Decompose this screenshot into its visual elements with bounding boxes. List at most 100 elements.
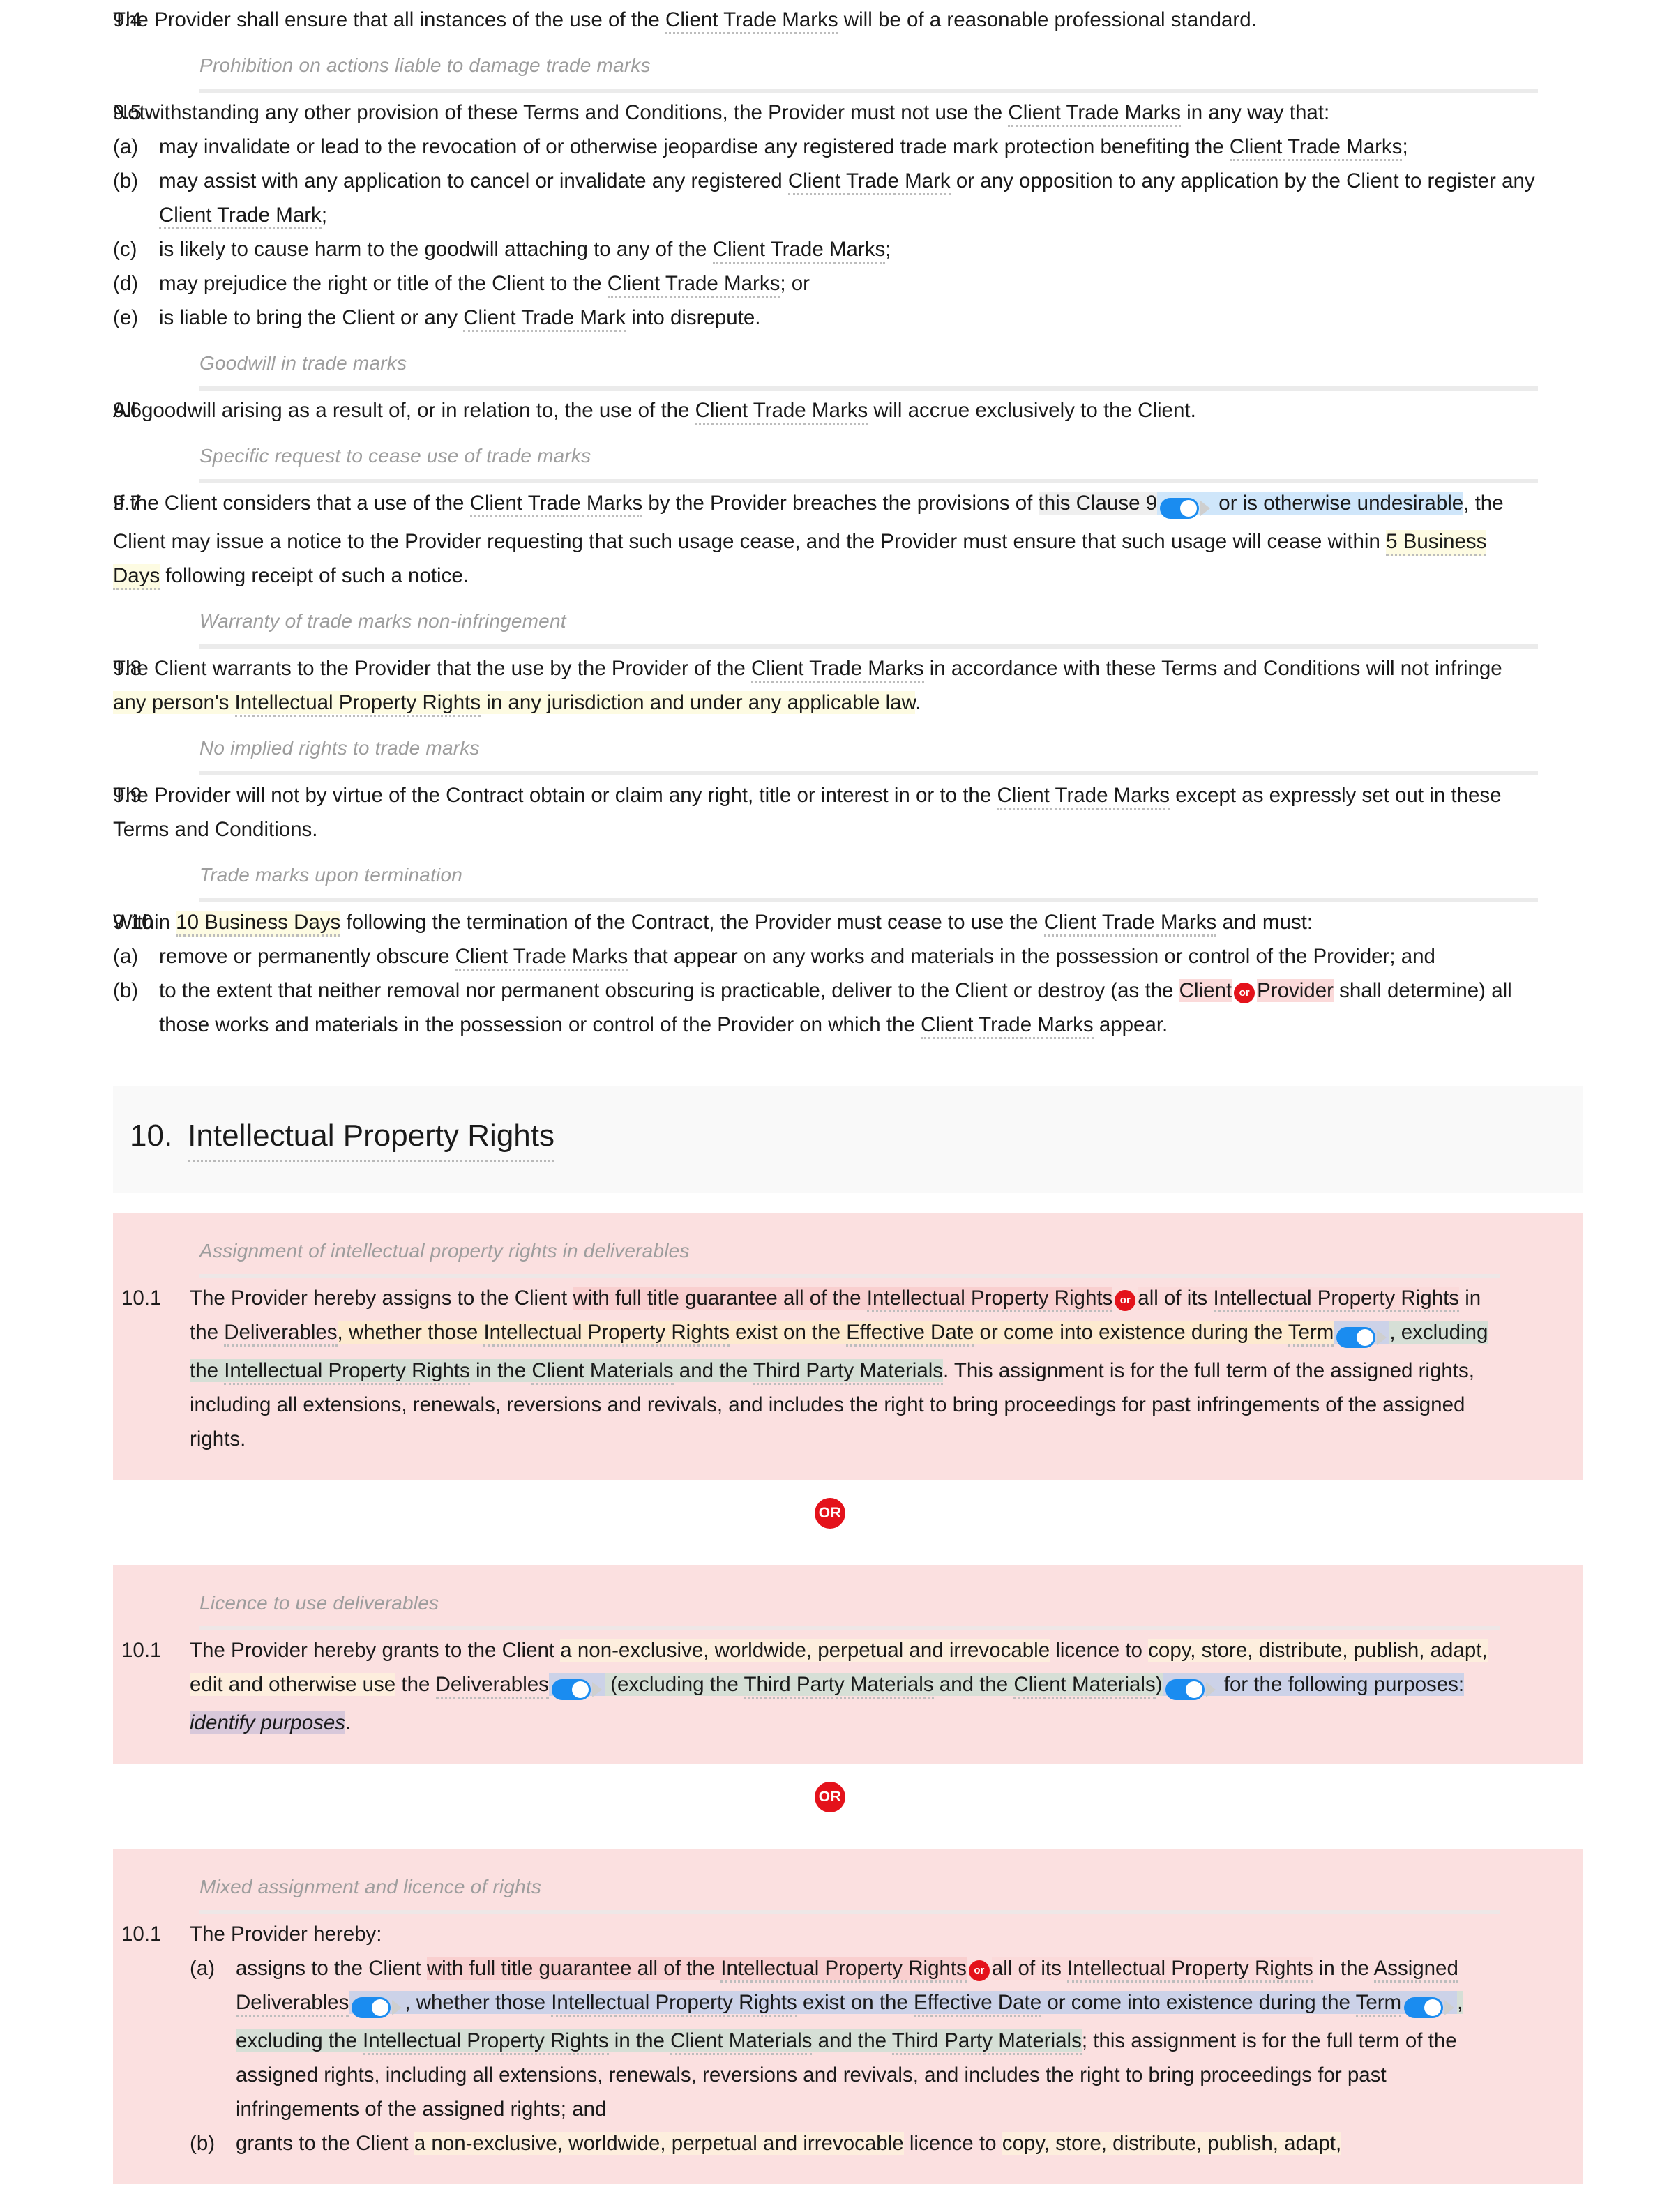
- defined-term[interactable]: Deliverables: [435, 1673, 549, 1699]
- defined-term[interactable]: Intellectual Property Rights: [551, 1991, 797, 2017]
- list-item: (e) is liable to bring the Client or any …: [113, 301, 1538, 335]
- clause-text: The Provider shall ensure that all insta…: [113, 3, 1660, 37]
- defined-term[interactable]: Client Trade Marks: [750, 657, 924, 683]
- variant-block-assignment[interactable]: Assignment of intellectual property righ…: [113, 1213, 1583, 1480]
- variable-identify-purposes[interactable]: identify purposes: [190, 1711, 346, 1734]
- defined-term[interactable]: Client Trade Mark: [159, 204, 322, 229]
- toggle-wrapper[interactable]: [548, 1673, 605, 1701]
- text-run: remove or permanently obscure: [159, 945, 455, 968]
- text-run: licence to: [903, 2132, 1002, 2155]
- option-licence-scope[interactable]: a non-exclusive, worldwide, perpetual an…: [560, 1639, 1050, 1662]
- option-choice-b[interactable]: Provider: [1257, 979, 1334, 1002]
- toggle-switch[interactable]: [1165, 1672, 1216, 1706]
- clause-text: Within 10 Business Days following the te…: [113, 905, 1660, 1042]
- list-marker: (c): [113, 238, 137, 261]
- defined-term[interactable]: Client Trade Marks: [997, 784, 1170, 810]
- option-choice-a[interactable]: with full title guarantee all of the Int…: [426, 1957, 967, 1983]
- defined-term[interactable]: Client Trade Marks: [607, 272, 780, 298]
- optional-clause-yellow[interactable]: any person's Intellectual Property Right…: [113, 691, 916, 717]
- option-licence-acts[interactable]: copy, store, distribute, publish, adapt,: [1002, 2132, 1342, 2155]
- defined-term[interactable]: Client Materials: [531, 1359, 674, 1385]
- defined-term[interactable]: Client Trade Marks: [695, 399, 868, 425]
- optional-clause-blue[interactable]: or is otherwise undesirable: [1157, 492, 1464, 520]
- clause-9-9: 9.9 The Provider will not by virtue of t…: [0, 775, 1660, 849]
- defined-term[interactable]: Intellectual Property Rights: [1067, 1957, 1313, 1983]
- or-badge-inline[interactable]: or: [968, 1960, 990, 1981]
- defined-term[interactable]: Client Trade Mark: [787, 169, 951, 195]
- defined-term[interactable]: Client Trade Marks: [921, 1013, 1094, 1039]
- list-text: may assist with any application to cance…: [159, 164, 1538, 232]
- defined-term[interactable]: Intellectual Property Rights: [224, 1359, 470, 1385]
- optional-clause-peach[interactable]: , whether those Intellectual Property Ri…: [337, 1321, 1334, 1347]
- clause-9-6: 9.6 All goodwill arising as a result of,…: [0, 391, 1660, 430]
- toggle-switch[interactable]: [1404, 1990, 1455, 2024]
- clause-number: 10.1: [121, 1639, 162, 1662]
- defined-term[interactable]: Intellectual Property Rights: [483, 1321, 730, 1347]
- defined-term[interactable]: Client Trade Marks: [665, 8, 838, 34]
- defined-term[interactable]: Term: [1355, 1991, 1402, 2017]
- defined-term[interactable]: Deliverables: [224, 1321, 338, 1347]
- or-badge-inline[interactable]: or: [1234, 983, 1255, 1003]
- toggle-pill[interactable]: [1165, 1679, 1205, 1701]
- defined-term[interactable]: Intellectual Property Rights: [1213, 1287, 1460, 1312]
- text-run: (excluding the: [604, 1673, 744, 1696]
- defined-term[interactable]: Client Trade Mark: [463, 306, 626, 332]
- subheading-no-implied-rights: No implied rights to trade marks: [199, 737, 480, 759]
- or-badge[interactable]: OR: [815, 1498, 845, 1529]
- defined-term[interactable]: Third Party Materials: [891, 2029, 1082, 2055]
- toggle-switch[interactable]: [1160, 490, 1211, 524]
- option-licence-scope[interactable]: a non-exclusive, worldwide, perpetual an…: [414, 2132, 904, 2155]
- defined-term[interactable]: Intellectual Property Rights: [720, 1957, 967, 1983]
- section-title[interactable]: Intellectual Property Rights: [188, 1116, 554, 1162]
- defined-term[interactable]: Client Trade Marks: [1043, 911, 1217, 937]
- defined-term[interactable]: Third Party Materials: [744, 1673, 934, 1699]
- or-badge[interactable]: OR: [815, 1782, 845, 1812]
- option-choice-a[interactable]: with full title guarantee all of the Int…: [573, 1287, 1113, 1312]
- toggle-switch[interactable]: [551, 1672, 602, 1706]
- defined-term[interactable]: Intellectual Property Rights: [234, 691, 481, 717]
- defined-term[interactable]: Term: [1288, 1321, 1334, 1347]
- option-choice-b[interactable]: all of its Intellectual Property Rights: [991, 1957, 1313, 1983]
- variant-block-mixed[interactable]: Mixed assignment and licence of rights 1…: [113, 1849, 1583, 2184]
- defined-term[interactable]: Client Trade Marks: [469, 492, 643, 517]
- defined-term[interactable]: Effective Date: [846, 1321, 974, 1347]
- toggle-switch[interactable]: [352, 1990, 402, 2024]
- defined-term[interactable]: Client Trade Marks: [1008, 101, 1181, 127]
- cross-reference[interactable]: this Clause 9: [1038, 492, 1158, 515]
- toggle-pill[interactable]: [352, 1997, 391, 2019]
- list-item: (a) remove or permanently obscure Client …: [113, 939, 1538, 974]
- or-badge-inline[interactable]: or: [1115, 1290, 1136, 1311]
- toggle-pill[interactable]: [1160, 498, 1200, 520]
- subheading-termination: Trade marks upon termination: [199, 864, 463, 886]
- toggle-pill[interactable]: [1336, 1327, 1376, 1349]
- subheading-block: Prohibition on actions liable to damage …: [0, 40, 1660, 93]
- clause-10-1-mixed: 10.1 The Provider hereby: (a) assigns to…: [113, 1914, 1583, 2163]
- option-choice-a[interactable]: Client: [1179, 979, 1232, 1002]
- text-run: is liable to bring the Client or any: [159, 306, 464, 329]
- defined-term[interactable]: Client Materials: [670, 2029, 813, 2055]
- defined-term[interactable]: Intellectual Property Rights: [363, 2029, 609, 2055]
- defined-term[interactable]: Effective Date: [914, 1991, 1042, 2017]
- variant-block-licence[interactable]: Licence to use deliverables 10.1 The Pro…: [113, 1565, 1583, 1764]
- defined-term[interactable]: Client Materials: [1013, 1673, 1156, 1699]
- toggle-wrapper[interactable]: for the following purposes:: [1162, 1673, 1465, 1701]
- defined-term[interactable]: Client Trade Marks: [712, 238, 886, 264]
- optional-clause-lavender[interactable]: , whether those Intellectual Property Ri…: [349, 1991, 1458, 2019]
- variable-field[interactable]: 10 Business Days: [176, 911, 341, 937]
- text-run: and the: [673, 1359, 753, 1382]
- text-run: or any opposition to any application by …: [950, 169, 1535, 192]
- clause-text: The Provider hereby assigns to the Clien…: [190, 1281, 1583, 1456]
- toggle-switch[interactable]: [1336, 1319, 1387, 1354]
- defined-term[interactable]: Third Party Materials: [753, 1359, 944, 1385]
- defined-term[interactable]: Intellectual Property Rights: [866, 1287, 1113, 1312]
- defined-term[interactable]: Client Trade Marks: [455, 945, 628, 971]
- toggle-wrapper[interactable]: [1334, 1321, 1390, 1349]
- toggle-pill[interactable]: [551, 1679, 591, 1701]
- option-choice-b[interactable]: all of its Intellectual Property Rights: [1138, 1287, 1460, 1312]
- defined-term[interactable]: Client Trade Marks: [1229, 135, 1403, 161]
- text-run: ;: [1402, 135, 1408, 158]
- toggle-pill[interactable]: [1404, 1997, 1444, 2019]
- clause-text: All goodwill arising as a result of, or …: [113, 393, 1660, 427]
- optional-clause-green[interactable]: (excluding the Third Party Materials and…: [604, 1673, 1163, 1699]
- list-item: (b) may assist with any application to ca…: [113, 164, 1538, 232]
